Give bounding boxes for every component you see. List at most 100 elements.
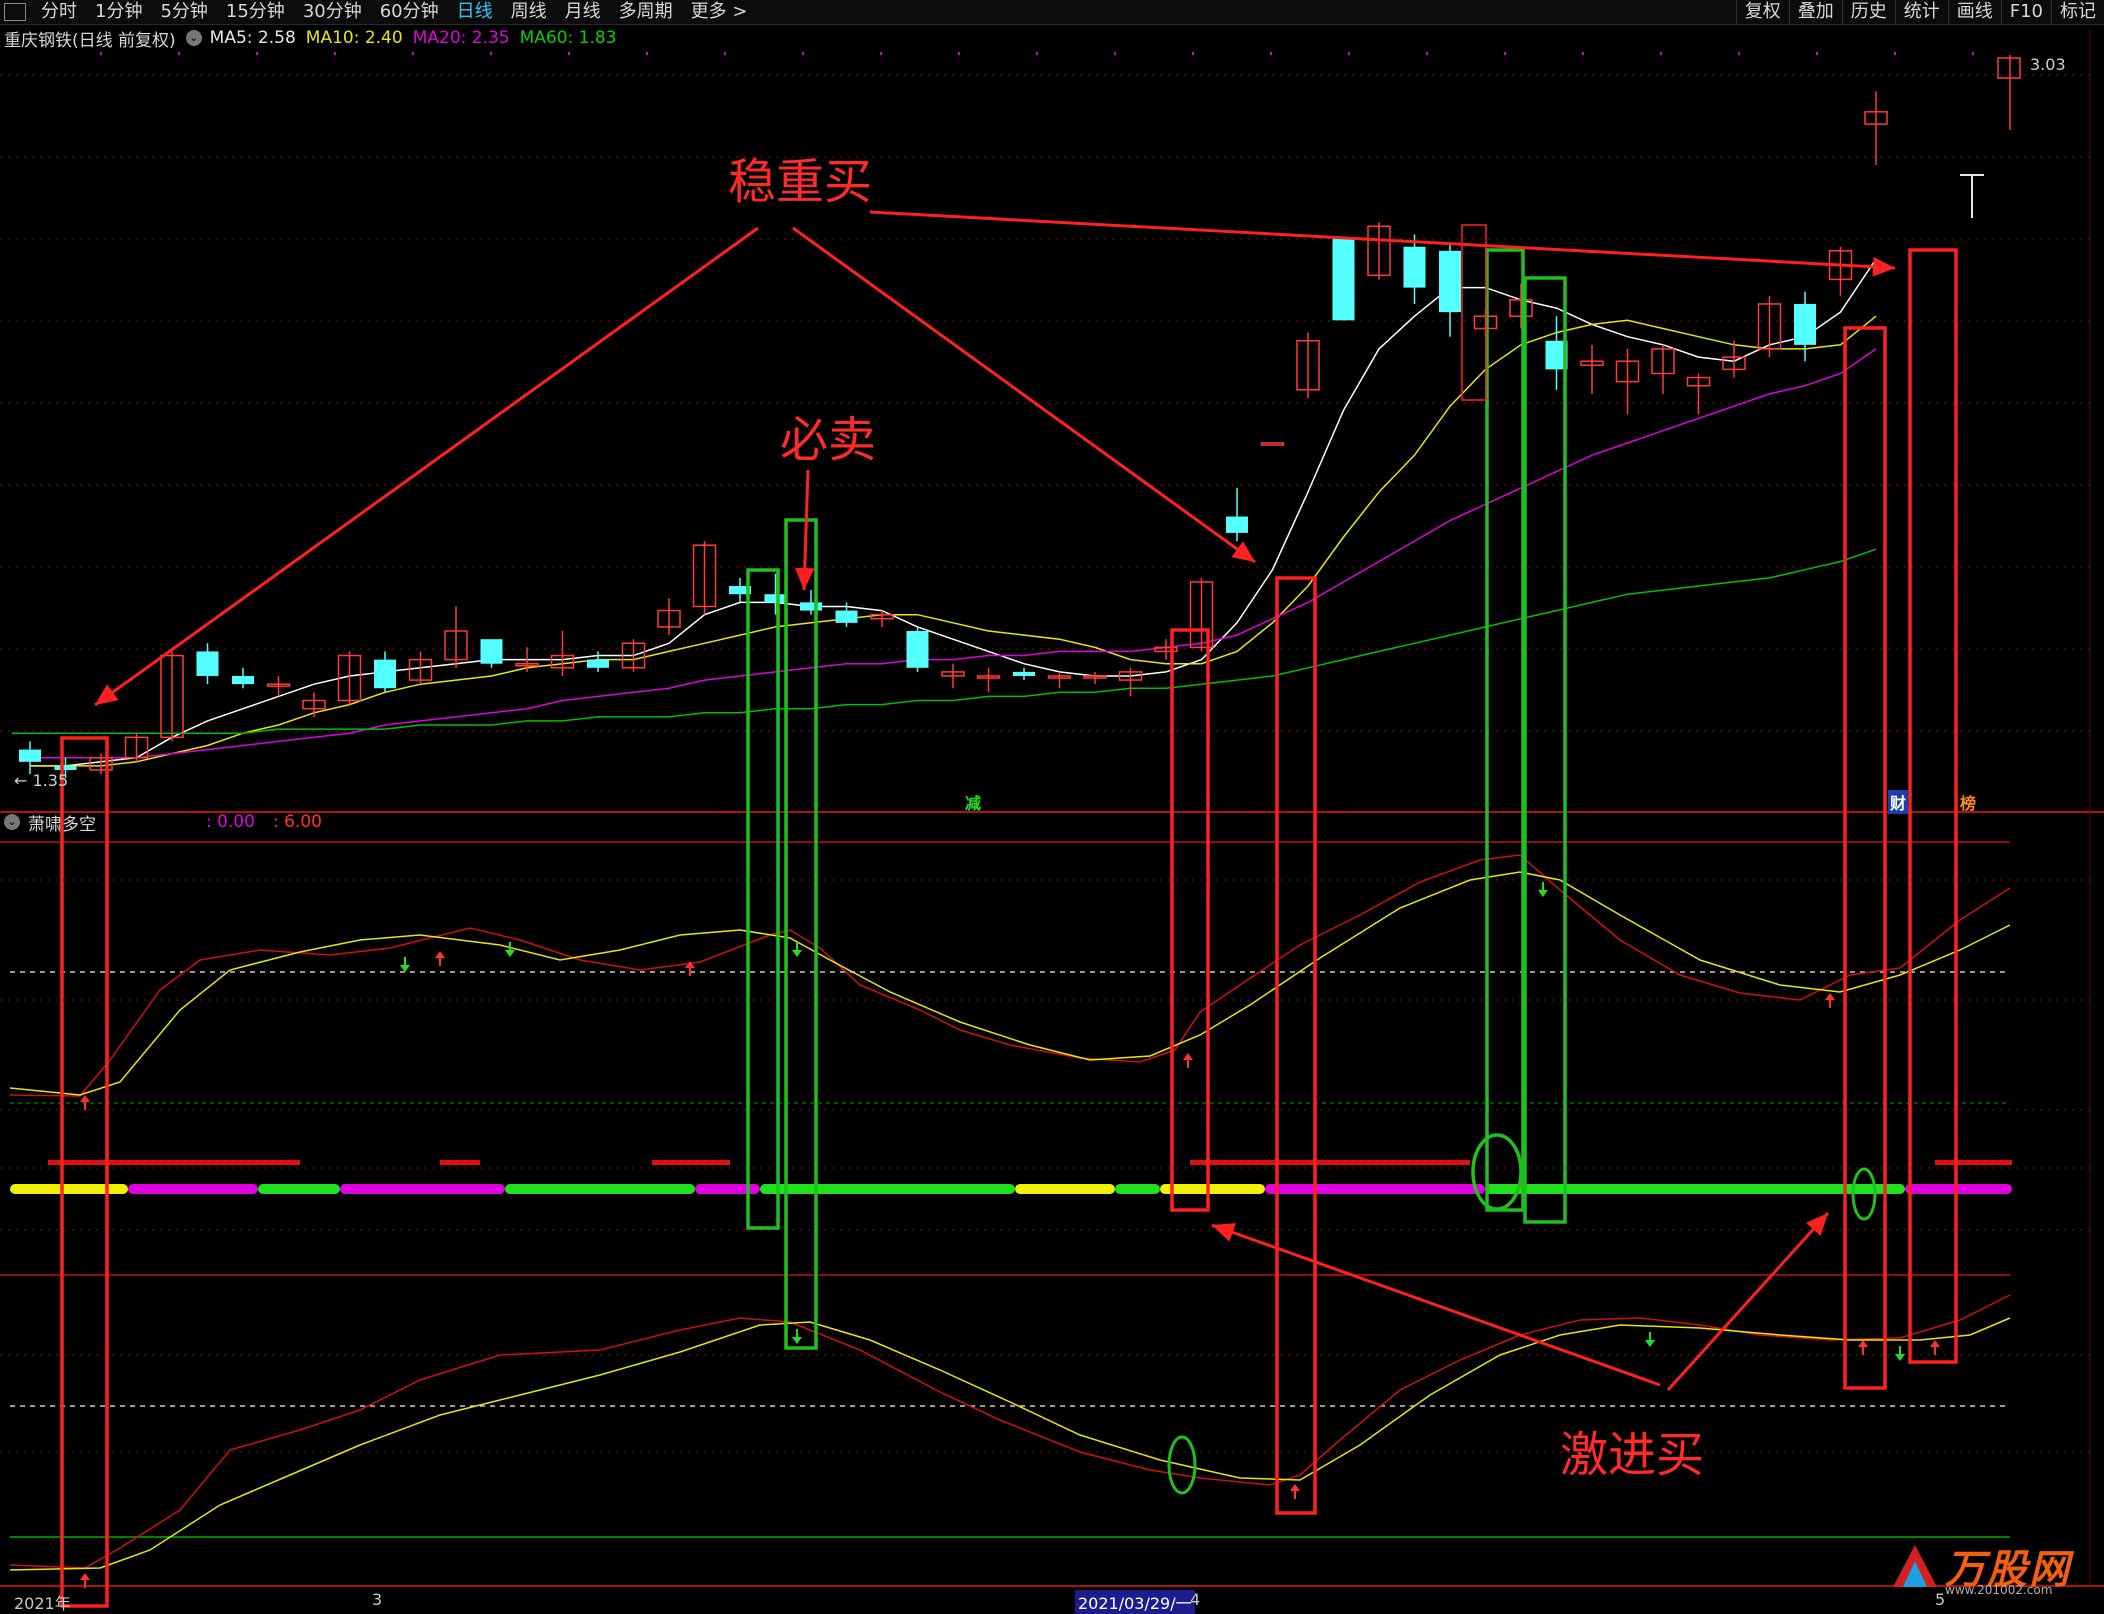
signal-up-arrow bbox=[435, 951, 445, 966]
top-marker-dot bbox=[958, 52, 960, 55]
status-bar-segment bbox=[340, 1184, 505, 1194]
annotation-aggressive-buy: 激进买 bbox=[1560, 1427, 1705, 1483]
top-marker-dot bbox=[1660, 52, 1662, 55]
arrow-steady-right bbox=[869, 210, 1896, 270]
signal-up-arrow bbox=[1183, 1053, 1193, 1068]
candle-body-down[interactable] bbox=[1226, 516, 1248, 533]
top-marker-dot bbox=[802, 52, 804, 55]
red-dash-marker bbox=[652, 1160, 730, 1165]
annotation-steady-buy: 稳重买 bbox=[728, 154, 873, 210]
green-sell-box bbox=[784, 518, 818, 1350]
arrow-steady-right-head bbox=[1872, 257, 1895, 277]
status-bar-segment bbox=[1160, 1184, 1265, 1194]
x-label-cursor-date: 2021/03/29/一 bbox=[1075, 1590, 1195, 1614]
top-marker-dot bbox=[1114, 52, 1116, 55]
green-ellipse bbox=[1471, 1133, 1523, 1211]
candle-body-down[interactable] bbox=[19, 749, 41, 762]
red-candle-highlight bbox=[1461, 224, 1487, 401]
candle-body-down[interactable] bbox=[232, 675, 254, 685]
ma-line-ma5 bbox=[30, 258, 1877, 767]
candle-body-down[interactable] bbox=[1439, 250, 1461, 313]
red-dash-marker bbox=[440, 1160, 480, 1165]
red-dash-marker bbox=[1190, 1160, 1470, 1165]
signal-down-arrow bbox=[505, 942, 515, 957]
candle-body-up[interactable] bbox=[1260, 442, 1285, 446]
finance-tag[interactable]: 财 bbox=[1888, 790, 1909, 814]
arrow-steady-middle-head bbox=[1231, 541, 1255, 562]
arrow-aggressive-left-head bbox=[1212, 1223, 1236, 1242]
indicator2-yellow-line bbox=[9, 1317, 2011, 1571]
candle-body-down[interactable] bbox=[196, 651, 219, 676]
candle-body-down[interactable] bbox=[54, 765, 77, 770]
low-arrow-icon: ← bbox=[14, 771, 28, 790]
top-marker-dot bbox=[178, 52, 180, 55]
low-price-label: ← 1.35 bbox=[14, 771, 68, 790]
status-bar-segment bbox=[695, 1184, 760, 1194]
top-marker-dot bbox=[334, 52, 336, 55]
red-buy-box bbox=[1843, 326, 1887, 1390]
arrow-steady-middle bbox=[792, 226, 1256, 564]
status-bar-segment bbox=[128, 1184, 258, 1194]
signal-down-arrow bbox=[792, 1329, 802, 1344]
top-marker-dot bbox=[1582, 52, 1584, 55]
status-bar-segment bbox=[10, 1184, 128, 1194]
candle-body-down[interactable] bbox=[587, 659, 609, 668]
candle-body-down[interactable] bbox=[374, 659, 396, 689]
status-bar-segment bbox=[1015, 1184, 1115, 1194]
red-buy-box bbox=[60, 736, 109, 1608]
signal-up-arrow bbox=[80, 1095, 90, 1110]
candle-body-down[interactable] bbox=[800, 602, 822, 611]
arrow-steady-left-head bbox=[95, 684, 119, 705]
top-marker-dot bbox=[724, 52, 726, 55]
signal-down-arrow bbox=[1895, 1346, 1905, 1361]
red-buy-box bbox=[1908, 248, 1958, 1364]
candle-body-down[interactable] bbox=[1403, 246, 1426, 288]
signal-down-arrow bbox=[400, 957, 410, 972]
top-marker-dot bbox=[568, 52, 570, 55]
status-bar-segment bbox=[505, 1184, 695, 1194]
signal-down-arrow bbox=[1645, 1332, 1655, 1347]
watermark-logo: 万股网 www.201002.com bbox=[1885, 1537, 2090, 1601]
status-bar-segment bbox=[258, 1184, 340, 1194]
top-marker-dot bbox=[256, 52, 258, 55]
red-dash-marker bbox=[1935, 1160, 2012, 1165]
top-marker-dot bbox=[1816, 52, 1818, 55]
candle-body-down[interactable] bbox=[835, 610, 858, 623]
red-buy-box bbox=[1170, 628, 1210, 1212]
top-marker-dot bbox=[1426, 52, 1428, 55]
ranking-tag[interactable]: 榜 bbox=[1960, 790, 1976, 814]
candle-body-down[interactable] bbox=[764, 594, 787, 603]
ma-line-ma60 bbox=[30, 548, 1877, 734]
green-sell-box bbox=[746, 568, 780, 1230]
green-sell-box bbox=[1523, 276, 1567, 1224]
chart-canvas[interactable] bbox=[0, 0, 2104, 1608]
candle-body-down[interactable] bbox=[1013, 671, 1035, 676]
ma-line-ma10 bbox=[30, 315, 1877, 767]
candle-body-down[interactable] bbox=[906, 631, 929, 668]
reduce-holding-tag[interactable]: 减 bbox=[965, 790, 981, 814]
candle-body-down[interactable] bbox=[480, 639, 503, 664]
red-dash-marker bbox=[48, 1160, 300, 1165]
top-marker-dot bbox=[646, 52, 648, 55]
top-marker-dot bbox=[412, 52, 414, 55]
top-marker-dot bbox=[1504, 52, 1506, 55]
signal-up-arrow bbox=[1858, 1340, 1868, 1355]
status-bar-segment bbox=[1905, 1184, 2012, 1194]
candle-body-down[interactable] bbox=[1332, 238, 1355, 321]
arrow-aggressive-right bbox=[1666, 1211, 1830, 1392]
candle-body-down[interactable] bbox=[1794, 303, 1816, 345]
top-marker-dot bbox=[1738, 52, 1740, 55]
top-marker-dot bbox=[1894, 52, 1896, 55]
arrow-steady-left bbox=[94, 226, 759, 707]
top-marker-dot bbox=[1972, 52, 1974, 55]
status-bar-segment bbox=[1485, 1184, 1905, 1194]
top-marker-dot bbox=[100, 52, 102, 55]
x-label-year: 2021年 bbox=[14, 1594, 71, 1613]
x-label-month4: 4 bbox=[1190, 1590, 1201, 1609]
top-marker-dot bbox=[490, 52, 492, 55]
top-marker-dot bbox=[1192, 52, 1194, 55]
red-buy-box bbox=[1275, 576, 1317, 1515]
green-sell-box bbox=[1485, 248, 1525, 1212]
bull-logo-icon bbox=[1893, 1545, 1937, 1587]
top-marker-dot bbox=[1036, 52, 1038, 55]
